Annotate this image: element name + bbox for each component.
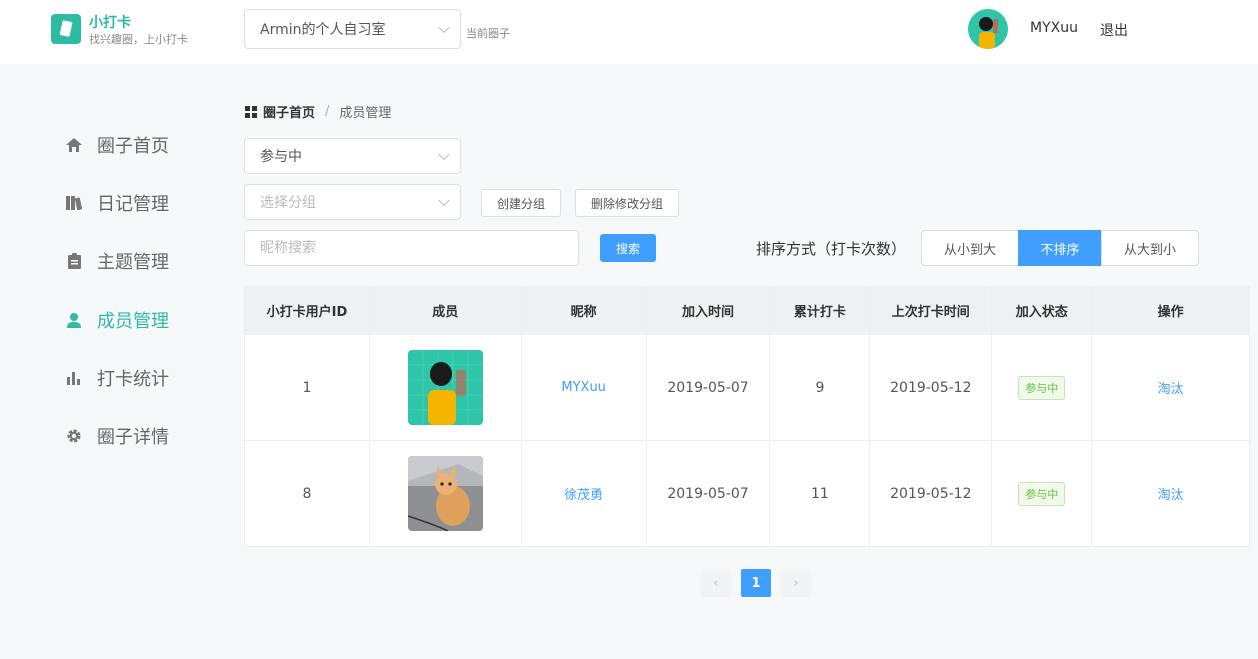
nickname-link[interactable]: MYXuu [561, 380, 606, 395]
sidebar-item-label: 打卡统计 [97, 369, 169, 390]
page-number-button[interactable]: 1 [741, 569, 771, 597]
sort-descending-button[interactable]: 从大到小 [1101, 230, 1199, 266]
member-avatar[interactable] [407, 456, 483, 531]
action-cell: 淘汰 [1092, 335, 1250, 440]
join-date-cell: 2019-05-07 [647, 441, 771, 546]
user-icon [65, 311, 83, 329]
status-select-value: 参与中 [260, 149, 302, 165]
chevron-down-icon [438, 148, 450, 161]
next-page-button[interactable]: › [781, 569, 811, 597]
total-checkins-cell: 11 [770, 441, 871, 546]
sort-ascending-button[interactable]: 从小到大 [921, 230, 1019, 266]
sidebar-item-circle-detail[interactable]: 圈子详情 [65, 424, 169, 448]
circle-select-value: Armin的个人自习室 [260, 22, 386, 38]
nickname-cell: 徐茂勇 [522, 441, 647, 546]
gear-icon [65, 427, 83, 445]
home-icon [65, 136, 83, 154]
table-row: 1 MYXuu 2019-05-07 9 2019-05-12 参与中 淘汰 [245, 335, 1250, 441]
top-header: 小打卡 找兴趣圈，上小打卡 Armin的个人自习室 当前圈子 MYXuu 退出 [0, 0, 1258, 64]
column-header: 小打卡用户ID [245, 286, 370, 335]
app-slogan: 找兴趣圈，上小打卡 [89, 33, 188, 46]
sidebar-item-label: 圈子详情 [97, 427, 169, 448]
username[interactable]: MYXuu [1030, 20, 1078, 36]
breadcrumb-separator: / [325, 104, 330, 119]
sidebar-item-topics[interactable]: 主题管理 [65, 249, 169, 273]
status-cell: 参与中 [992, 441, 1093, 546]
sidebar-item-members[interactable]: 成员管理 [65, 308, 169, 332]
bar-chart-icon [65, 369, 83, 387]
create-group-button[interactable]: 创建分组 [481, 189, 561, 217]
search-button[interactable]: 搜索 [600, 234, 656, 262]
book-icon [65, 194, 83, 212]
column-header: 成员 [370, 286, 522, 335]
group-select-placeholder: 选择分组 [260, 195, 316, 211]
action-cell: 淘汰 [1092, 441, 1250, 546]
column-header: 昵称 [522, 286, 647, 335]
app-logo[interactable] [51, 14, 81, 44]
table-row: 8 徐茂勇 2019-05-07 11 2019-05-12 参与中 淘汰 [245, 441, 1250, 547]
card-icon [59, 20, 73, 37]
status-badge: 参与中 [1018, 375, 1066, 400]
column-header: 加入状态 [992, 286, 1093, 335]
sidebar-item-stats[interactable]: 打卡统计 [65, 366, 169, 390]
sidebar-item-label: 主题管理 [97, 252, 169, 273]
sidebar-item-label: 日记管理 [97, 194, 169, 215]
edit-group-button[interactable]: 删除修改分组 [575, 189, 679, 217]
avatar[interactable] [968, 9, 1008, 49]
user-id-cell: 8 [245, 441, 370, 546]
member-avatar-cell [370, 441, 522, 546]
sort-label: 排序方式（打卡次数） [756, 240, 907, 258]
sidebar-item-circle-home[interactable]: 圈子首页 [65, 133, 169, 157]
column-header: 累计打卡 [770, 286, 871, 335]
group-select[interactable]: 选择分组 [244, 184, 461, 220]
logout-link[interactable]: 退出 [1100, 20, 1128, 40]
circle-label: 当前圈子 [466, 27, 510, 40]
eliminate-button[interactable]: 淘汰 [1158, 484, 1184, 503]
column-header: 上次打卡时间 [870, 286, 993, 335]
clipboard-icon [65, 252, 83, 270]
breadcrumb: 圈子首页 / 成员管理 [245, 102, 391, 121]
prev-page-button[interactable]: ‹ [701, 569, 731, 597]
pagination: ‹ 1 › [701, 569, 821, 597]
sidebar-item-label: 成员管理 [97, 311, 169, 332]
circle-select[interactable]: Armin的个人自习室 [244, 9, 461, 49]
member-avatar-cell [370, 335, 522, 440]
nickname-search-field[interactable] [244, 230, 579, 266]
app-name: 小打卡 [89, 15, 131, 31]
status-select[interactable]: 参与中 [244, 138, 461, 174]
eliminate-button[interactable]: 淘汰 [1158, 378, 1184, 397]
chevron-down-icon [438, 21, 450, 34]
last-checkin-cell: 2019-05-12 [870, 335, 993, 440]
total-checkins-cell: 9 [770, 335, 871, 440]
join-date-cell: 2019-05-07 [647, 335, 771, 440]
sort-button-group: 从小到大 不排序 从大到小 [921, 230, 1199, 266]
user-id-cell: 1 [245, 335, 370, 440]
column-header: 加入时间 [647, 286, 771, 335]
grid-icon [245, 105, 257, 118]
sidebar-item-label: 圈子首页 [97, 136, 169, 157]
table-header: 小打卡用户ID 成员 昵称 加入时间 累计打卡 上次打卡时间 加入状态 操作 [245, 286, 1250, 335]
sort-none-button[interactable]: 不排序 [1018, 230, 1102, 266]
nickname-cell: MYXuu [522, 335, 647, 440]
breadcrumb-current: 成员管理 [339, 106, 392, 121]
members-table: 小打卡用户ID 成员 昵称 加入时间 累计打卡 上次打卡时间 加入状态 操作 1… [244, 286, 1250, 547]
nickname-search-input[interactable] [245, 231, 578, 265]
status-badge: 参与中 [1018, 481, 1066, 506]
member-avatar[interactable] [407, 350, 483, 425]
chevron-down-icon [438, 194, 450, 207]
status-cell: 参与中 [992, 335, 1093, 440]
column-header: 操作 [1092, 286, 1250, 335]
sidebar-item-diary[interactable]: 日记管理 [65, 191, 169, 215]
breadcrumb-home[interactable]: 圈子首页 [263, 102, 315, 121]
nickname-link[interactable]: 徐茂勇 [564, 484, 603, 503]
last-checkin-cell: 2019-05-12 [870, 441, 993, 546]
